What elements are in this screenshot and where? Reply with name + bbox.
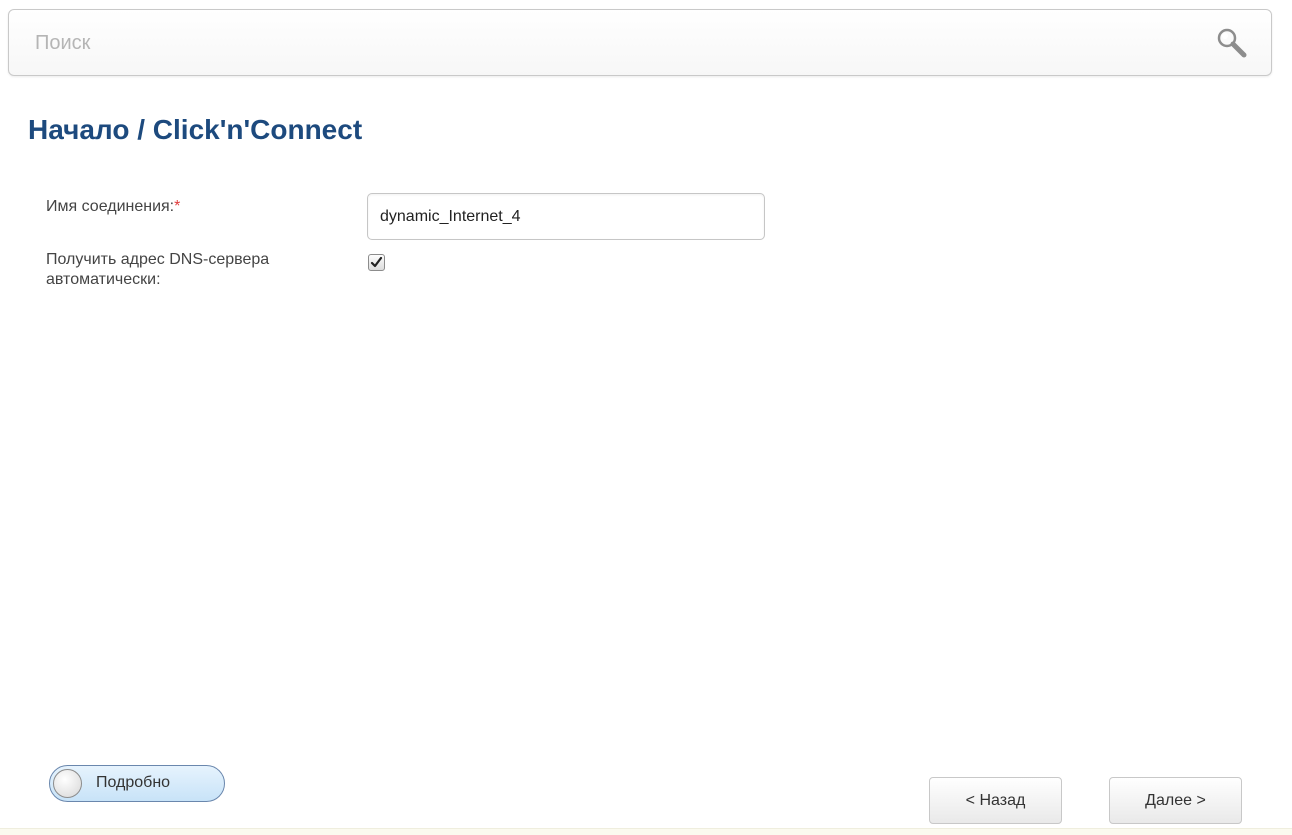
connection-name-field[interactable] bbox=[367, 193, 765, 240]
breadcrumb-home[interactable]: Начало bbox=[28, 114, 129, 145]
toggle-knob bbox=[53, 769, 82, 798]
page: Начало / Click'n'Connect Имя соединения:… bbox=[0, 0, 1292, 835]
required-mark: * bbox=[174, 198, 181, 215]
page-title: Начало / Click'n'Connect bbox=[28, 114, 362, 146]
back-button[interactable]: < Назад bbox=[929, 777, 1062, 824]
breadcrumb-current: Click'n'Connect bbox=[152, 114, 363, 145]
bottom-border bbox=[0, 828, 1292, 835]
search-input[interactable] bbox=[35, 28, 1175, 58]
search-bar bbox=[8, 9, 1272, 76]
details-toggle[interactable]: Подробно bbox=[49, 765, 225, 802]
connection-name-label: Имя соединения:* bbox=[46, 197, 180, 217]
next-button[interactable]: Далее > bbox=[1109, 777, 1242, 824]
dns-auto-label: Получить адрес DNS-сервера автоматически… bbox=[46, 251, 270, 288]
breadcrumb-separator: / bbox=[129, 114, 153, 145]
checkmark-icon bbox=[370, 256, 383, 268]
connection-name-label-text: Имя соединения: bbox=[46, 198, 175, 215]
search-icon[interactable] bbox=[1215, 26, 1249, 60]
dns-auto-checkbox[interactable] bbox=[368, 254, 385, 271]
toggle-label: Подробно bbox=[96, 774, 171, 791]
